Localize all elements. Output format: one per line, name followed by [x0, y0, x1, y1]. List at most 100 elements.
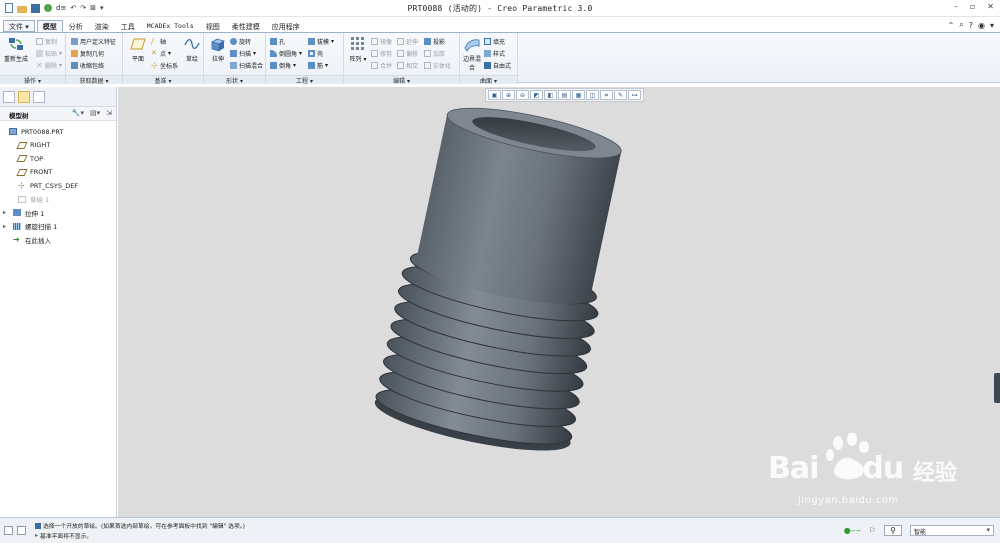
navigator-panel: 模型树 🔧▾ ▤▾ ⇲ PRT0088.PRT RIGHT TOP FRONT [0, 87, 117, 517]
tree-item-csys[interactable]: ⊹ PRT_CSYS_DEF [0, 179, 116, 193]
extrude-icon [13, 209, 21, 217]
selection-filter-select[interactable]: 智能 [910, 525, 994, 536]
tree-item-insert-here[interactable]: ➔ 在此插入 [0, 233, 116, 247]
tab-tools[interactable]: 工具 [115, 20, 141, 32]
swept-blend-icon [230, 62, 237, 69]
group-surfaces: 边界混合 填充 样式 自由式 曲面 ▾ [460, 33, 518, 85]
swept-blend-button[interactable]: 扫描混合 [230, 61, 263, 70]
tab-model[interactable]: 模型 [36, 20, 63, 32]
delete-button[interactable]: ✕ 删除 ▾ [36, 61, 62, 71]
udf-button[interactable]: 用户定义特征 [71, 37, 116, 46]
chamfer-button[interactable]: 倒角 ▾ [270, 61, 296, 70]
close-icon[interactable]: ✕ [987, 2, 994, 11]
toggle-navigator-icon[interactable] [4, 526, 13, 535]
style-button[interactable]: 样式 [484, 49, 505, 58]
datum-plane-icon [16, 168, 28, 176]
point-button[interactable]: ✕ 点 ▾ [151, 49, 171, 59]
intersect-button[interactable]: 相交 [397, 61, 418, 70]
tab-mcadex-tools[interactable]: MCADEx Tools [141, 20, 200, 32]
group-label-get-data: 获取数据 ▾ [66, 75, 122, 85]
tree-item-top[interactable]: TOP [0, 152, 116, 166]
thicken-button[interactable]: 加厚 [424, 49, 445, 58]
extend-button[interactable]: 延伸 [397, 37, 418, 46]
mirror-button[interactable]: 镜像 [371, 37, 392, 46]
copy-geometry-button[interactable]: 复制几何 [71, 49, 104, 58]
tree-show-icon[interactable]: ▤▾ [90, 109, 100, 117]
regenerate-button[interactable]: 重新生成 [3, 36, 29, 63]
fill-button[interactable]: 填充 [484, 37, 505, 46]
project-button[interactable]: 投影 [424, 37, 445, 46]
offset-icon [397, 50, 404, 57]
freestyle-button[interactable]: 自由式 [484, 61, 511, 70]
project-icon [424, 38, 431, 45]
tab-flexible-modeling[interactable]: 柔性建模 [226, 20, 266, 32]
shell-icon [308, 50, 315, 57]
trim-button[interactable]: 修剪 [371, 49, 392, 58]
graphics-viewport[interactable]: ▣ ⊕ ⊖ ◩ ◧ ▤ ▦ ◫ ⌗ ✎ ⊶ Bai du 经验 jingyan.… [118, 87, 1000, 517]
csys-button[interactable]: ⊹ 坐标系 [151, 61, 178, 71]
maximize-icon[interactable]: ▫ [970, 2, 975, 11]
minimize-icon[interactable]: – [954, 2, 958, 11]
plane-button[interactable]: 平面 [125, 36, 151, 63]
shell-button[interactable]: 壳 [308, 49, 323, 58]
tree-item-front[interactable]: FRONT [0, 166, 116, 180]
draft-button[interactable]: 拔模 ▾ [308, 37, 334, 46]
sweep-icon [230, 50, 237, 57]
group-label-datum: 基准 ▾ [123, 75, 203, 85]
community-icon[interactable]: ◉ [978, 21, 985, 30]
tree-settings-icon[interactable]: 🔧▾ [72, 109, 84, 117]
tree-filter-icon[interactable]: ⇲ [106, 109, 112, 117]
model-tree-tab-icon[interactable] [3, 91, 15, 103]
baidu-jingyan-watermark: Bai du 经验 jingyan.baidu.com [768, 433, 993, 509]
offset-button[interactable]: 偏移 [397, 49, 418, 58]
tree-item-helical-sweep[interactable]: ▸ 螺旋扫描 1 [0, 220, 116, 234]
ribbon-collapse-icon[interactable]: ⌃ [948, 21, 955, 30]
tab-view[interactable]: 视图 [200, 20, 226, 32]
solidify-button[interactable]: 实体化 [424, 61, 451, 70]
tab-applications[interactable]: 应用程序 [266, 20, 306, 32]
sketch-button[interactable]: 草绘 [179, 36, 205, 63]
shrinkwrap-button[interactable]: 收缩包络 [71, 61, 104, 70]
copy-button[interactable]: 复制 [36, 37, 57, 46]
hole-button[interactable]: 孔 [270, 37, 285, 46]
udf-icon [71, 38, 78, 45]
merge-button[interactable]: 合并 [371, 61, 392, 70]
status-message-1: 选择一个开放的草绘。(如果首选内部草绘，可在参考面板中找到 "编辑" 选项。) [35, 521, 245, 530]
rib-button[interactable]: 筋 ▾ [308, 61, 328, 70]
csys-icon: ⊹ [18, 181, 25, 191]
extrude-button[interactable]: 拉伸 [205, 36, 231, 63]
tree-item-extrude[interactable]: ▸ 拉伸 1 [0, 206, 116, 220]
help-dropdown-icon[interactable]: ▾ [990, 21, 994, 30]
datum-plane-icon [16, 155, 28, 163]
tab-analysis[interactable]: 分析 [63, 20, 89, 32]
boundary-blend-button[interactable]: 边界混合 [461, 36, 483, 72]
search-icon[interactable]: ⌕ [959, 20, 963, 30]
help-icon[interactable]: ? [969, 21, 973, 30]
expand-icon[interactable]: ▸ [0, 223, 9, 230]
flag-icon[interactable]: ⚐ [869, 526, 876, 535]
tree-item-right[interactable]: RIGHT [0, 139, 116, 153]
pattern-button[interactable]: 阵列 ▾ [345, 36, 371, 63]
trim-icon [371, 50, 378, 57]
tree-item-sketch[interactable]: 草绘 1 [0, 193, 116, 207]
toggle-browser-icon[interactable] [17, 526, 26, 535]
group-datum: 平面 / 轴 ✕ 点 ▾ ⊹ 坐标系 草绘 基准 ▾ [123, 33, 205, 85]
axis-icon: / [151, 37, 154, 46]
favorites-tab-icon[interactable] [33, 91, 45, 103]
right-panel-handle[interactable] [994, 373, 1000, 403]
tab-file[interactable]: 文件 ▾ [3, 20, 35, 32]
expand-icon[interactable]: ▸ [0, 209, 9, 216]
tab-render[interactable]: 渲染 [89, 20, 115, 32]
regen-status-icon[interactable]: ●‒‒ [844, 526, 861, 535]
group-shapes: 拉伸 旋转 扫描 ▾ 扫描混合 形状 ▾ [204, 33, 266, 85]
round-button[interactable]: 倒圆角 ▾ [270, 49, 302, 58]
sweep-button[interactable]: 扫描 ▾ [230, 49, 256, 58]
revolve-button[interactable]: 旋转 [230, 37, 251, 46]
tree-item-part[interactable]: PRT0088.PRT [0, 125, 116, 139]
axis-button[interactable]: / 轴 [151, 37, 166, 47]
folder-browser-tab-icon[interactable] [18, 91, 30, 103]
paste-button[interactable]: 粘贴 ▾ [36, 49, 62, 58]
paste-icon [36, 50, 43, 57]
find-icon[interactable]: ⚲ [884, 525, 902, 536]
delete-icon: ✕ [36, 61, 43, 70]
